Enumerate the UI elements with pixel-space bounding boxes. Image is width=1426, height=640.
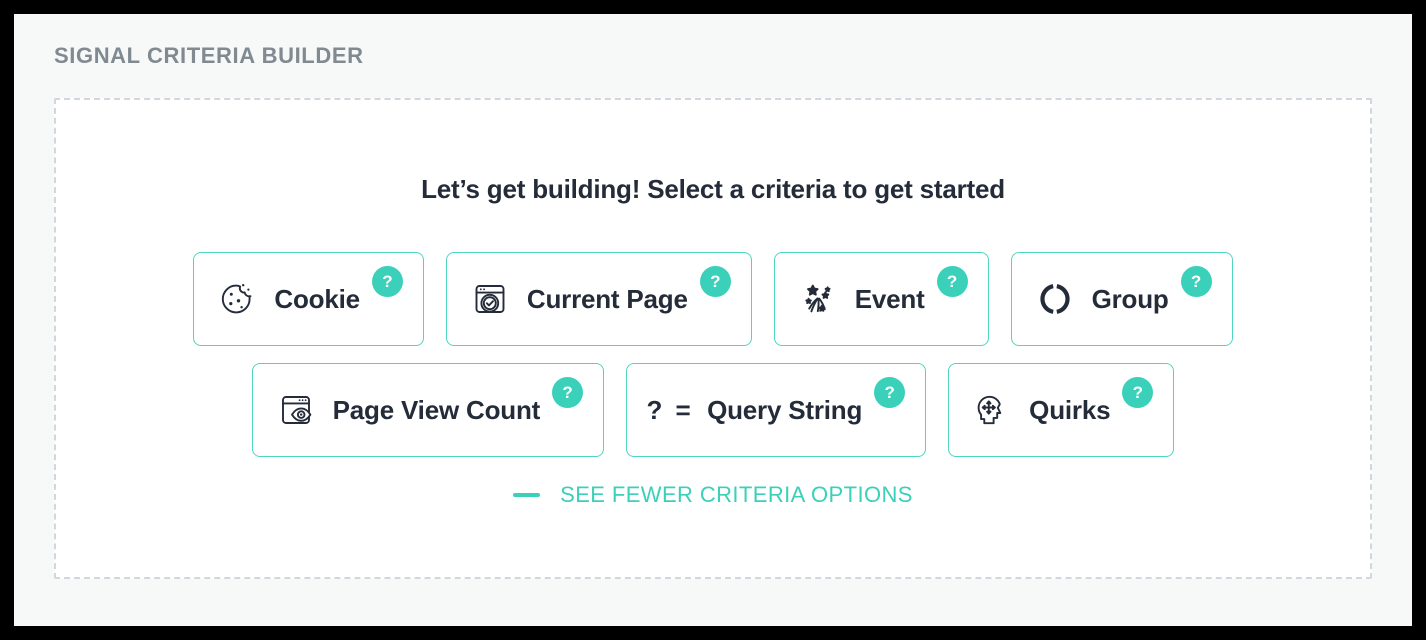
criteria-row-2: Page View Count ? ? = Query String ? Qui… [56,363,1370,457]
criteria-label: Current Page [526,283,688,314]
help-badge[interactable]: ? [371,266,403,297]
minus-icon [513,493,541,497]
criteria-label: Page View Count [332,394,541,425]
help-badge[interactable]: ? [699,266,731,297]
browser-check-icon [469,278,511,320]
criteria-builder-dropzone: Let’s get building! Select a criteria to… [54,98,1372,579]
criteria-card-current-page[interactable]: Current Page ? [445,252,752,346]
criteria-card-cookie[interactable]: Cookie ? [193,252,424,346]
help-badge[interactable]: ? [1180,266,1212,297]
criteria-label: Query String [707,394,863,425]
criteria-label: Event [854,283,925,314]
criteria-label: Group [1091,283,1169,314]
question-equals-icon: ? = [646,394,694,425]
criteria-card-query-string[interactable]: ? = Query String ? [626,363,927,457]
toggle-criteria-options-link[interactable]: SEE FEWER CRITERIA OPTIONS [56,482,1370,508]
criteria-card-event[interactable]: Event ? [773,252,989,346]
criteria-label: Cookie [274,283,360,314]
help-badge[interactable]: ? [552,377,584,408]
cookie-icon [216,278,258,320]
criteria-card-quirks[interactable]: Quirks ? [948,363,1175,457]
help-badge[interactable]: ? [1122,377,1154,408]
toggle-criteria-options-label: SEE FEWER CRITERIA OPTIONS [560,482,913,507]
app-frame: SIGNAL CRITERIA BUILDER Let’s get buildi… [14,14,1412,626]
builder-prompt: Let’s get building! Select a criteria to… [421,174,1005,204]
browser-eye-icon [275,389,317,431]
criteria-card-page-view-count[interactable]: Page View Count ? [251,363,605,457]
firework-icon [797,278,839,320]
criteria-row-1: Cookie ? Current Page ? Event ? Group ? [56,252,1370,346]
criteria-label: Quirks [1029,394,1111,425]
head-arrows-icon [971,389,1013,431]
criteria-card-group[interactable]: Group ? [1010,252,1233,346]
help-badge[interactable]: ? [874,377,906,408]
page-title: SIGNAL CRITERIA BUILDER [54,43,364,68]
split-circle-icon [1034,278,1076,320]
help-badge[interactable]: ? [936,266,968,297]
